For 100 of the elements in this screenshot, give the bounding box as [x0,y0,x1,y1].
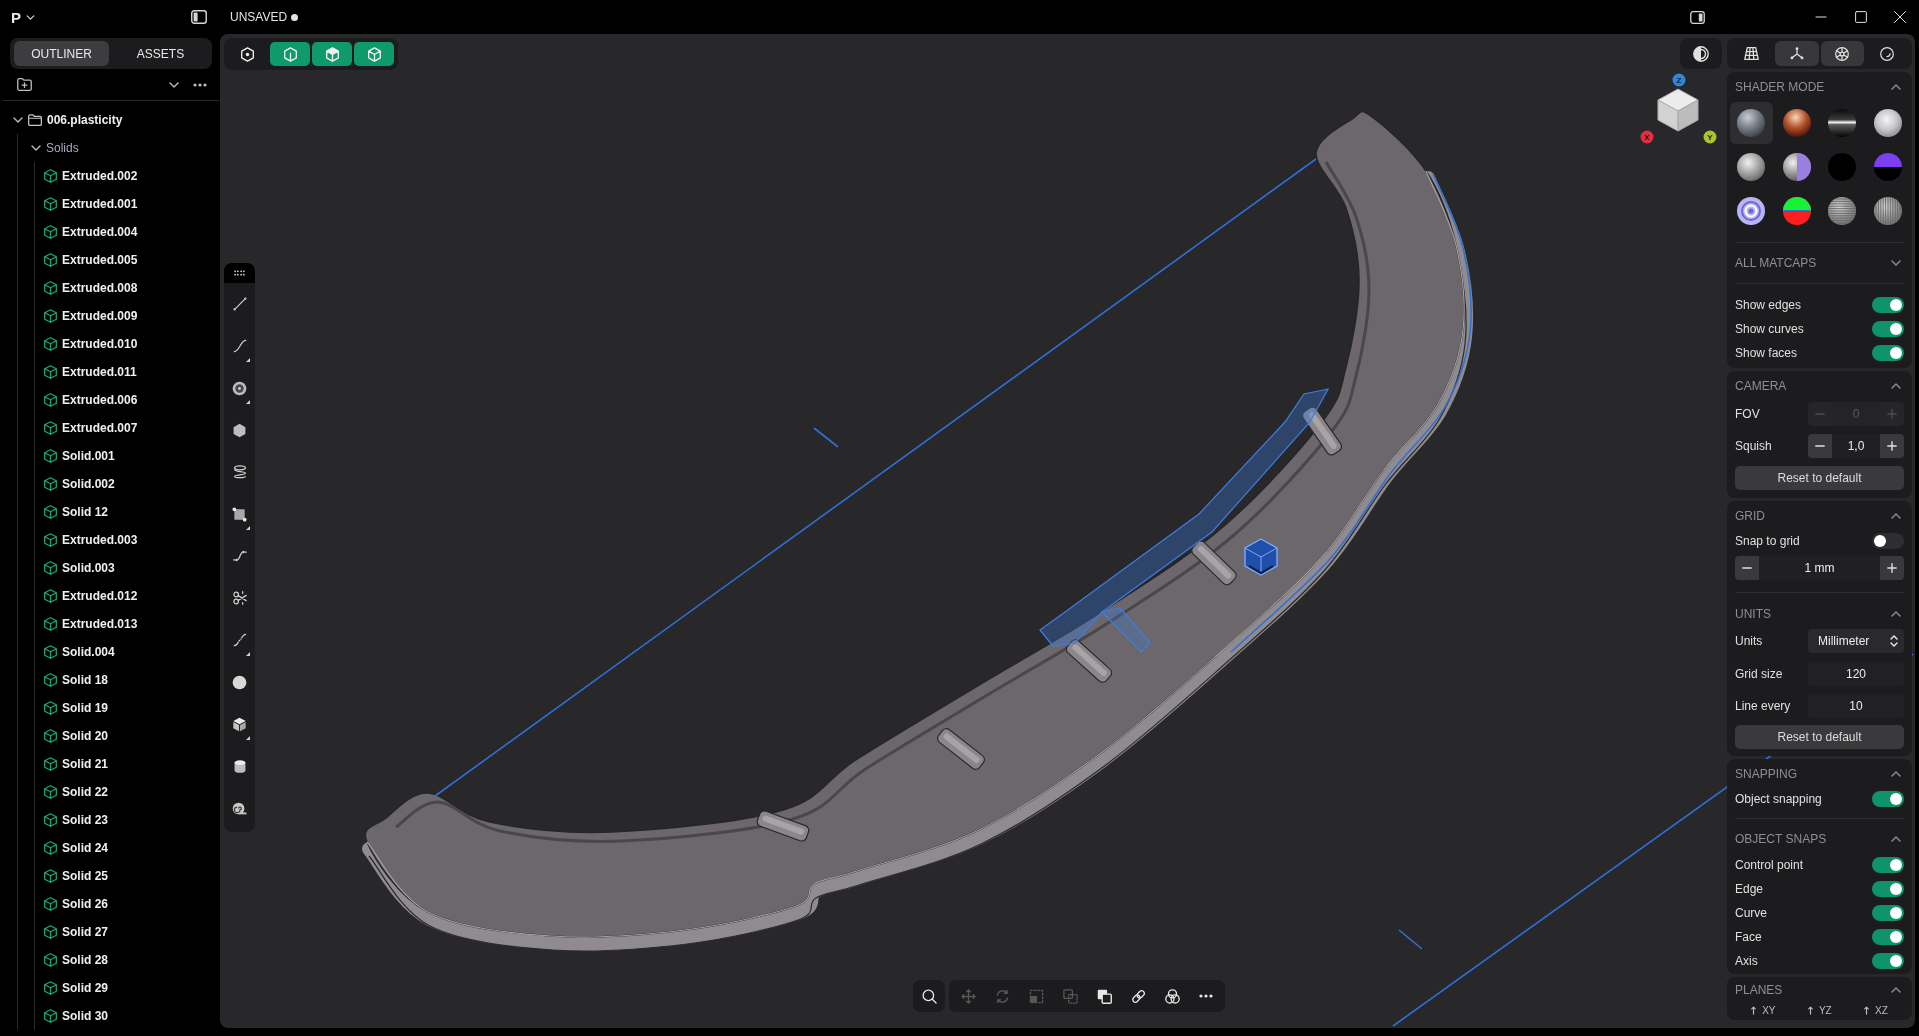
sidebar-tab[interactable]: ASSETS [113,41,208,66]
axis-dot-icon[interactable] [1640,130,1654,144]
tree-item[interactable]: Solid 29 [35,974,220,1002]
panel-tab[interactable] [1820,41,1864,66]
chevron-down-icon[interactable] [1891,260,1901,266]
tree-item[interactable]: Solid 19 [35,694,220,722]
selection-mode-button[interactable] [354,42,394,66]
number-field[interactable]: 10 [1808,694,1904,718]
number-field[interactable]: 120 [1808,662,1904,686]
chevron-down-icon[interactable] [169,81,179,88]
chevron-down-icon[interactable] [31,145,41,151]
tree-item[interactable]: Solid.003 [35,554,220,582]
section-title: CAMERA [1735,378,1787,395]
chevron-down-icon[interactable] [13,117,23,123]
close-icon[interactable] [1894,11,1906,23]
tree-item[interactable]: Extruded.013 [35,610,220,638]
tree-item[interactable]: Solid 25 [35,862,220,890]
tree-item[interactable]: Solid 12 [35,498,220,526]
toggle-switch[interactable] [1872,791,1904,807]
add-folder-icon[interactable] [17,78,32,91]
tree-item[interactable]: Extruded.006 [35,386,220,414]
increment-button[interactable] [1880,434,1904,458]
caret-icon[interactable] [26,14,35,20]
tree-item[interactable]: Extruded.010 [35,330,220,358]
selection-mode-button[interactable] [270,42,310,66]
toggle-switch[interactable] [1872,297,1904,313]
search-button[interactable] [913,980,945,1012]
tree-item[interactable]: Extruded.003 [35,526,220,554]
toggle-switch[interactable] [1872,321,1904,337]
panel-toggle-icon[interactable] [1690,10,1705,24]
tree-item[interactable]: Extruded.007 [35,414,220,442]
tree-item[interactable]: Solid 22 [35,778,220,806]
cube-icon [44,421,57,435]
tree-item[interactable]: Solid 27 [35,918,220,946]
tree-item[interactable]: Solid 24 [35,834,220,862]
tree-item[interactable]: Solid 21 [35,750,220,778]
chevron-up-icon[interactable] [1891,987,1901,993]
chevron-up-icon[interactable] [1891,836,1901,842]
tree-item[interactable]: Solid.001 [35,442,220,470]
toggle-switch[interactable] [1872,953,1904,969]
reset-button[interactable]: Reset to default [1735,725,1904,749]
panel-tab[interactable] [1775,41,1819,66]
tree-item[interactable]: Solids [18,134,220,162]
selection-mode-button[interactable] [312,42,352,66]
plane-button[interactable]: XY [1751,1005,1776,1016]
number-field[interactable]: 1 mm [1759,556,1880,580]
toggle-switch[interactable] [1872,857,1904,873]
plane-button[interactable]: XZ [1864,1005,1888,1016]
sidebar-toggle-icon[interactable] [191,10,207,24]
tree-item[interactable]: Extruded.012 [35,582,220,610]
setting-label: Object snapping [1735,791,1822,808]
toggle-switch[interactable] [1872,929,1904,945]
tree-item[interactable]: 006.plasticity [0,106,220,134]
tree-item[interactable]: Solid.004 [35,638,220,666]
plane-button[interactable]: YZ [1807,1005,1832,1016]
tree-item[interactable]: Solid 18 [35,666,220,694]
maximize-icon[interactable] [1855,11,1867,23]
tree-item[interactable]: Extruded.005 [35,246,220,274]
chevron-up-icon[interactable] [1891,611,1901,617]
toggle-switch[interactable] [1872,881,1904,897]
axis-dot-icon[interactable] [1672,73,1686,87]
decrement-button[interactable] [1735,556,1759,580]
dashed-curve-icon [232,633,247,647]
chevron-up-icon[interactable] [1891,383,1901,389]
axis-dot-icon[interactable] [1703,130,1717,144]
tree-item[interactable]: Extruded.002 [35,162,220,190]
more-icon[interactable] [193,82,207,87]
drag-handle[interactable] [224,263,255,283]
plus-icon [1887,409,1897,419]
corner-triangle-icon [246,736,250,740]
matcap-button[interactable] [1730,102,1773,144]
number-field[interactable]: 1,0 [1832,434,1880,458]
unit-select[interactable]: Millimeter [1808,629,1904,653]
sidebar-tab[interactable]: OUTLINER [14,41,109,66]
toggle-switch[interactable] [1872,533,1904,549]
chevron-up-icon[interactable] [1891,771,1901,777]
tree-item[interactable]: Solid 23 [35,806,220,834]
minimize-icon[interactable] [1815,16,1827,18]
chevron-up-icon[interactable] [1891,84,1901,90]
tree-item[interactable]: Solid 26 [35,890,220,918]
toggle-switch[interactable] [1872,905,1904,921]
tree-item[interactable]: Solid 20 [35,722,220,750]
tree-item[interactable]: Solid 30 [35,1002,220,1030]
tree-item[interactable]: Extruded.001 [35,190,220,218]
tree-item[interactable]: Extruded.004 [35,218,220,246]
app-logo[interactable]: P [11,9,21,25]
tree-item[interactable]: Extruded.008 [35,274,220,302]
tree-item[interactable]: Solid 28 [35,946,220,974]
reset-button[interactable]: Reset to default [1735,466,1904,490]
increment-button[interactable] [1880,556,1904,580]
toggle-switch[interactable] [1872,345,1904,361]
decrement-button[interactable] [1808,434,1832,458]
tree-item[interactable]: Extruded.009 [35,302,220,330]
cube-icon [44,337,57,351]
tree-item[interactable]: Solid.002 [35,470,220,498]
view-cube[interactable] [1657,88,1699,132]
chevron-up-icon[interactable] [1891,513,1901,519]
tree-item[interactable]: Extruded.011 [35,358,220,386]
hexagon-line-icon [282,46,298,62]
contrast-button[interactable] [1680,38,1722,69]
